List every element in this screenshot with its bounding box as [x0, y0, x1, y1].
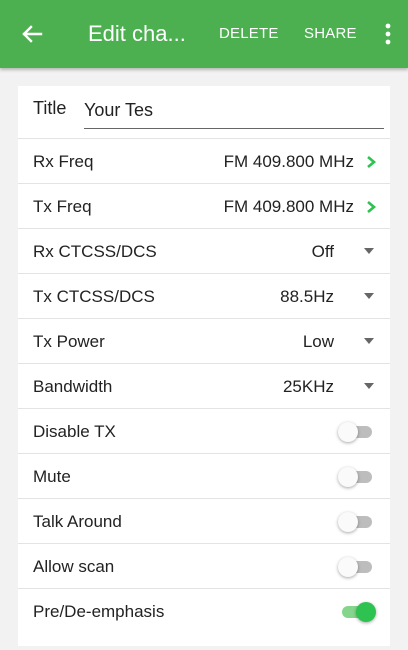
- toggle-thumb: [338, 512, 358, 532]
- title-input[interactable]: [84, 94, 384, 129]
- more-vertical-icon[interactable]: [378, 22, 398, 46]
- disable-tx-toggle[interactable]: [338, 421, 376, 443]
- toggle-thumb: [338, 422, 358, 442]
- talk-around-toggle[interactable]: [338, 511, 376, 533]
- disable-tx-row: Disable TX: [18, 408, 390, 454]
- app-bar: Edit cha... DELETE SHARE: [0, 0, 408, 68]
- talk-around-row: Talk Around: [18, 498, 390, 544]
- talk-around-label: Talk Around: [33, 512, 122, 531]
- allow-scan-row: Allow scan: [18, 543, 390, 589]
- rx-freq-value: FM 409.800 MHz: [223, 152, 354, 171]
- bandwidth-label: Bandwidth: [33, 377, 113, 396]
- chevron-right-icon: [367, 156, 377, 168]
- rx-freq-label: Rx Freq: [33, 152, 94, 171]
- rx-ctcss-dcs-label: Rx CTCSS/DCS: [33, 242, 157, 261]
- channel-settings-card: Title Rx Freq FM 409.800 MHz Tx Freq FM …: [18, 86, 390, 646]
- toggle-thumb: [338, 557, 358, 577]
- tx-ctcss-dcs-label: Tx CTCSS/DCS: [33, 287, 155, 306]
- tx-power-row[interactable]: Tx Power Low: [18, 318, 390, 364]
- pre-de-emphasis-toggle[interactable]: [338, 601, 376, 623]
- share-button[interactable]: SHARE: [304, 0, 357, 68]
- pre-de-emphasis-row: Pre/De-emphasis: [18, 588, 390, 634]
- mute-toggle[interactable]: [338, 466, 376, 488]
- dropdown-arrow-icon: [364, 293, 374, 299]
- page-title: Edit cha...: [88, 21, 186, 46]
- tx-ctcss-dcs-row[interactable]: Tx CTCSS/DCS 88.5Hz: [18, 273, 390, 319]
- bandwidth-value: 25KHz: [282, 377, 334, 396]
- tx-freq-value: FM 409.800 MHz: [223, 197, 354, 216]
- rx-ctcss-dcs-value: Off: [311, 242, 334, 261]
- arrow-left-icon[interactable]: [14, 16, 50, 52]
- tx-freq-label: Tx Freq: [33, 197, 92, 216]
- toggle-thumb: [338, 467, 358, 487]
- mute-label: Mute: [33, 467, 71, 486]
- dropdown-arrow-icon: [364, 248, 374, 254]
- chevron-right-icon: [367, 201, 377, 213]
- tx-power-value: Low: [302, 332, 334, 351]
- dropdown-arrow-icon: [364, 383, 374, 389]
- title-row: Title: [18, 86, 390, 138]
- allow-scan-label: Allow scan: [33, 557, 115, 576]
- toggle-thumb: [356, 602, 376, 622]
- tx-power-label: Tx Power: [33, 332, 105, 351]
- title-label: Title: [33, 98, 67, 118]
- bandwidth-row[interactable]: Bandwidth 25KHz: [18, 363, 390, 409]
- disable-tx-label: Disable TX: [33, 422, 116, 441]
- tx-freq-row[interactable]: Tx Freq FM 409.800 MHz: [18, 183, 390, 229]
- rx-ctcss-dcs-row[interactable]: Rx CTCSS/DCS Off: [18, 228, 390, 274]
- dropdown-arrow-icon: [364, 338, 374, 344]
- delete-button[interactable]: DELETE: [219, 0, 279, 68]
- rx-freq-row[interactable]: Rx Freq FM 409.800 MHz: [18, 138, 390, 184]
- mute-row: Mute: [18, 453, 390, 499]
- allow-scan-toggle[interactable]: [338, 556, 376, 578]
- pre-de-emphasis-label: Pre/De-emphasis: [33, 602, 165, 621]
- tx-ctcss-dcs-value: 88.5Hz: [280, 287, 334, 306]
